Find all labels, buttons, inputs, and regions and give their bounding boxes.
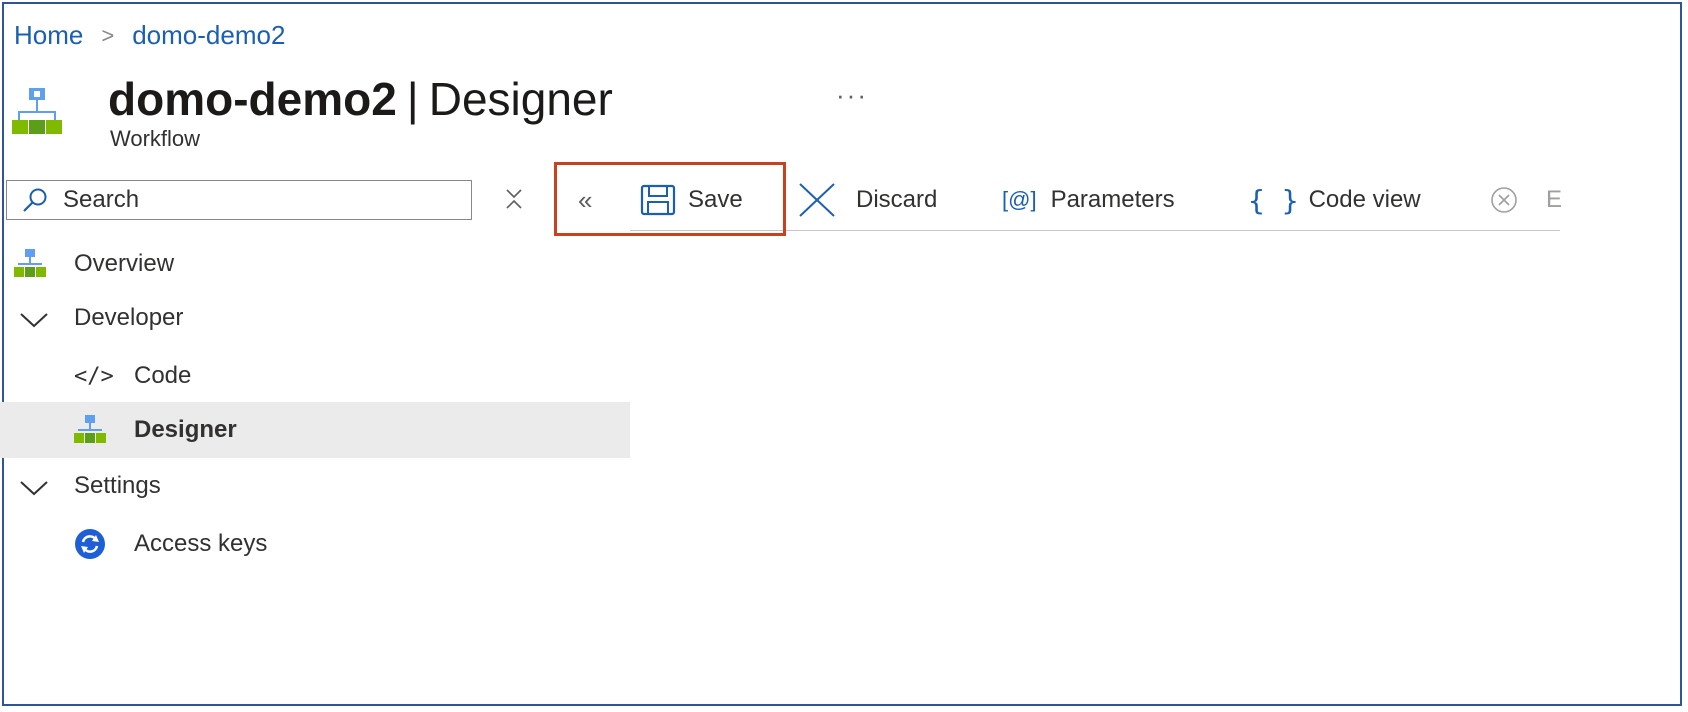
chevron-down-icon	[20, 313, 48, 328]
workflow-icon	[74, 415, 106, 443]
circle-x-icon	[1491, 187, 1517, 213]
close-icon	[799, 183, 835, 217]
page-title: domo-demo2 | Designer	[108, 72, 613, 126]
save-label: Save	[688, 186, 743, 213]
sidebar-label-access-keys: Access keys	[134, 530, 268, 557]
sidebar-label-overview: Overview	[74, 250, 175, 277]
sidebar-group-settings[interactable]: Settings	[0, 458, 630, 514]
truncated-toolbar-button[interactable]: E	[1484, 180, 1562, 220]
breadcrumb-separator: >	[101, 22, 115, 48]
title-page-name: Designer	[428, 73, 613, 125]
code-view-button[interactable]: { } Code view	[1248, 180, 1421, 220]
sidebar-item-code[interactable]: </> Code	[0, 348, 630, 404]
parameters-button[interactable]: [@] Parameters	[1002, 180, 1175, 220]
sidebar-group-developer[interactable]: Developer	[0, 290, 630, 346]
search-icon	[23, 188, 47, 212]
workflow-icon	[12, 88, 62, 134]
discard-button[interactable]: Discard	[796, 180, 937, 220]
sidebar-label-designer: Designer	[134, 416, 237, 443]
sidebar-item-designer[interactable]: Designer	[0, 402, 630, 458]
search-input[interactable]	[61, 185, 445, 215]
breadcrumb-current[interactable]: domo-demo2	[132, 20, 285, 51]
workflow-icon	[14, 249, 46, 277]
more-options-button[interactable]: ···	[836, 80, 868, 111]
title-separator: |	[406, 73, 419, 125]
collapse-panel-button[interactable]: «	[578, 185, 592, 216]
sidebar-label-developer: Developer	[74, 304, 184, 331]
truncated-label: E	[1546, 186, 1563, 213]
search-box[interactable]	[6, 180, 472, 220]
code-view-icon: { }	[1248, 183, 1299, 217]
collapse-menu-icon[interactable]	[502, 184, 526, 214]
breadcrumb: Home > domo-demo2	[14, 20, 285, 51]
parameters-label: Parameters	[1050, 186, 1175, 213]
sidebar-item-access-keys[interactable]: Access keys	[0, 516, 630, 572]
code-icon: </>	[74, 363, 114, 389]
sidebar-item-overview[interactable]: Overview	[0, 236, 630, 292]
save-button[interactable]: Save	[640, 180, 743, 220]
code-view-label: Code view	[1308, 186, 1421, 213]
refresh-key-icon	[75, 529, 105, 559]
page-subtitle: Workflow	[110, 126, 201, 151]
title-resource-name: domo-demo2	[108, 73, 397, 125]
save-icon	[640, 184, 676, 216]
chevron-down-icon	[20, 481, 48, 496]
discard-label: Discard	[856, 186, 938, 213]
sidebar-label-code: Code	[134, 362, 192, 389]
parameters-icon: [@]	[1002, 187, 1037, 212]
breadcrumb-home[interactable]: Home	[14, 20, 83, 51]
sidebar-label-settings: Settings	[74, 472, 161, 499]
